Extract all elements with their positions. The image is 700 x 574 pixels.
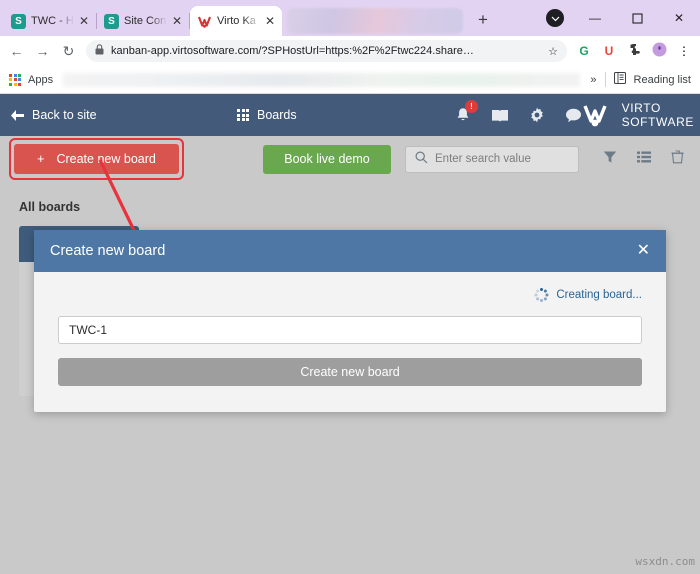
new-tab-button[interactable]: + bbox=[469, 6, 497, 34]
creating-status: Creating board... bbox=[58, 284, 642, 306]
create-new-board-wrapper: + Create new board bbox=[9, 138, 184, 180]
chrome-menu-icon[interactable]: ⋮ bbox=[676, 44, 692, 58]
back-to-site-button[interactable]: Back to site bbox=[10, 108, 97, 122]
bookmark-apps-label[interactable]: Apps bbox=[28, 74, 53, 86]
book-icon[interactable] bbox=[491, 108, 509, 123]
modal-header: Create new board ✕ bbox=[34, 230, 666, 272]
close-icon[interactable]: ✕ bbox=[172, 15, 182, 27]
modal-title: Create new board bbox=[50, 243, 166, 259]
virto-icon bbox=[197, 14, 212, 29]
minimize-button[interactable]: — bbox=[574, 0, 616, 36]
address-bar[interactable]: kanban-app.virtosoftware.com/?SPHostUrl=… bbox=[86, 40, 567, 62]
redacted-tab-region bbox=[287, 8, 463, 34]
view-tool-icons bbox=[603, 149, 684, 169]
grid-icon bbox=[237, 109, 249, 121]
list-view-icon[interactable] bbox=[637, 150, 651, 169]
grammarly-extension-icon[interactable]: G bbox=[576, 44, 592, 58]
maximize-button[interactable] bbox=[616, 0, 658, 36]
search-icon bbox=[415, 151, 428, 167]
nav-boards-label: Boards bbox=[257, 108, 297, 122]
sharepoint-icon: S bbox=[104, 13, 119, 29]
board-name-input[interactable] bbox=[58, 316, 642, 344]
browser-tab-strip: S TWC - H ✕ S Site Con ✕ Virto Ka ✕ + — … bbox=[0, 0, 700, 36]
bookmarks-right-group: » Reading list bbox=[590, 72, 691, 87]
search-placeholder: Enter search value bbox=[435, 153, 531, 165]
divider bbox=[604, 72, 606, 87]
reading-list-label[interactable]: Reading list bbox=[634, 74, 691, 86]
reading-list-icon bbox=[613, 72, 626, 87]
tab-title: Site Con bbox=[124, 15, 167, 27]
loading-spinner-icon bbox=[534, 288, 549, 302]
redacted-bookmarks-region bbox=[63, 72, 581, 87]
header-icon-group: ! bbox=[455, 99, 582, 124]
window-controls: — ✕ bbox=[546, 0, 700, 36]
virto-software-logo: VIRTO SOFTWARE bbox=[582, 102, 694, 128]
close-window-button[interactable]: ✕ bbox=[658, 0, 700, 36]
book-live-demo-button[interactable]: Book live demo bbox=[263, 144, 391, 174]
bookmarks-overflow-icon[interactable]: » bbox=[590, 74, 596, 86]
trash-icon[interactable] bbox=[671, 149, 684, 169]
forward-icon[interactable]: → bbox=[34, 43, 51, 59]
bookmarks-bar: Apps » Reading list bbox=[0, 66, 700, 94]
back-icon[interactable]: ← bbox=[8, 43, 25, 59]
u-extension-icon[interactable]: U bbox=[601, 44, 617, 58]
close-icon[interactable]: ✕ bbox=[265, 15, 275, 27]
gear-icon[interactable] bbox=[529, 107, 545, 123]
submit-create-board-button[interactable]: Create new board bbox=[58, 358, 642, 386]
url-text: kanban-app.virtosoftware.com/?SPHostUrl=… bbox=[111, 45, 474, 57]
puzzle-extensions-icon[interactable] bbox=[626, 43, 642, 59]
back-to-site-label: Back to site bbox=[32, 108, 97, 122]
create-new-board-button[interactable]: + Create new board bbox=[14, 144, 179, 174]
bell-icon[interactable]: ! bbox=[455, 99, 478, 124]
create-new-board-label: Create new board bbox=[56, 152, 156, 166]
profile-avatar[interactable] bbox=[546, 9, 564, 27]
apps-grid-icon bbox=[9, 73, 21, 86]
virto-mark-icon bbox=[583, 105, 607, 127]
boards-toolbar: + Create new board Book live demo Enter … bbox=[0, 136, 700, 182]
profile-extension-icon[interactable] bbox=[651, 42, 667, 60]
sharepoint-icon: S bbox=[11, 13, 26, 29]
tab-title: Virto Ka bbox=[217, 15, 256, 27]
page-title: All boards bbox=[19, 200, 81, 214]
tab-title: TWC - H bbox=[31, 15, 74, 27]
status-text: Creating board... bbox=[556, 289, 642, 301]
brand-line-1: VIRTO bbox=[621, 101, 661, 115]
modal-body: Creating board... Create new board bbox=[34, 272, 666, 412]
arrow-left-icon bbox=[11, 109, 24, 121]
plus-icon: + bbox=[37, 152, 45, 166]
nav-item-boards[interactable]: Boards bbox=[237, 108, 297, 122]
notification-badge: ! bbox=[465, 99, 478, 113]
browser-tab-1[interactable]: S TWC - H ✕ bbox=[4, 6, 97, 36]
brand-line-2: SOFTWARE bbox=[621, 115, 694, 129]
reload-icon[interactable]: ↻ bbox=[60, 43, 77, 60]
close-icon[interactable]: ✕ bbox=[79, 15, 89, 27]
app-viewport: Back to site Boards ! VIRTO SOFTWARE + C… bbox=[0, 94, 700, 570]
search-input[interactable]: Enter search value bbox=[405, 145, 579, 173]
app-header: Back to site Boards ! VIRTO SOFTWARE bbox=[0, 94, 700, 136]
chat-icon[interactable] bbox=[565, 108, 582, 123]
browser-tab-3[interactable]: Virto Ka ✕ bbox=[190, 6, 282, 36]
close-icon[interactable]: ✕ bbox=[637, 243, 650, 259]
bookmark-star-icon[interactable]: ☆ bbox=[548, 45, 558, 58]
lock-icon bbox=[95, 44, 104, 58]
filter-icon[interactable] bbox=[603, 150, 617, 169]
watermark: wsxdn.com bbox=[635, 555, 695, 568]
create-board-modal: Create new board ✕ Creating board... Cre… bbox=[34, 230, 666, 412]
browser-tab-2[interactable]: S Site Con ✕ bbox=[97, 6, 190, 36]
browser-toolbar: ← → ↻ kanban-app.virtosoftware.com/?SPHo… bbox=[0, 36, 700, 66]
